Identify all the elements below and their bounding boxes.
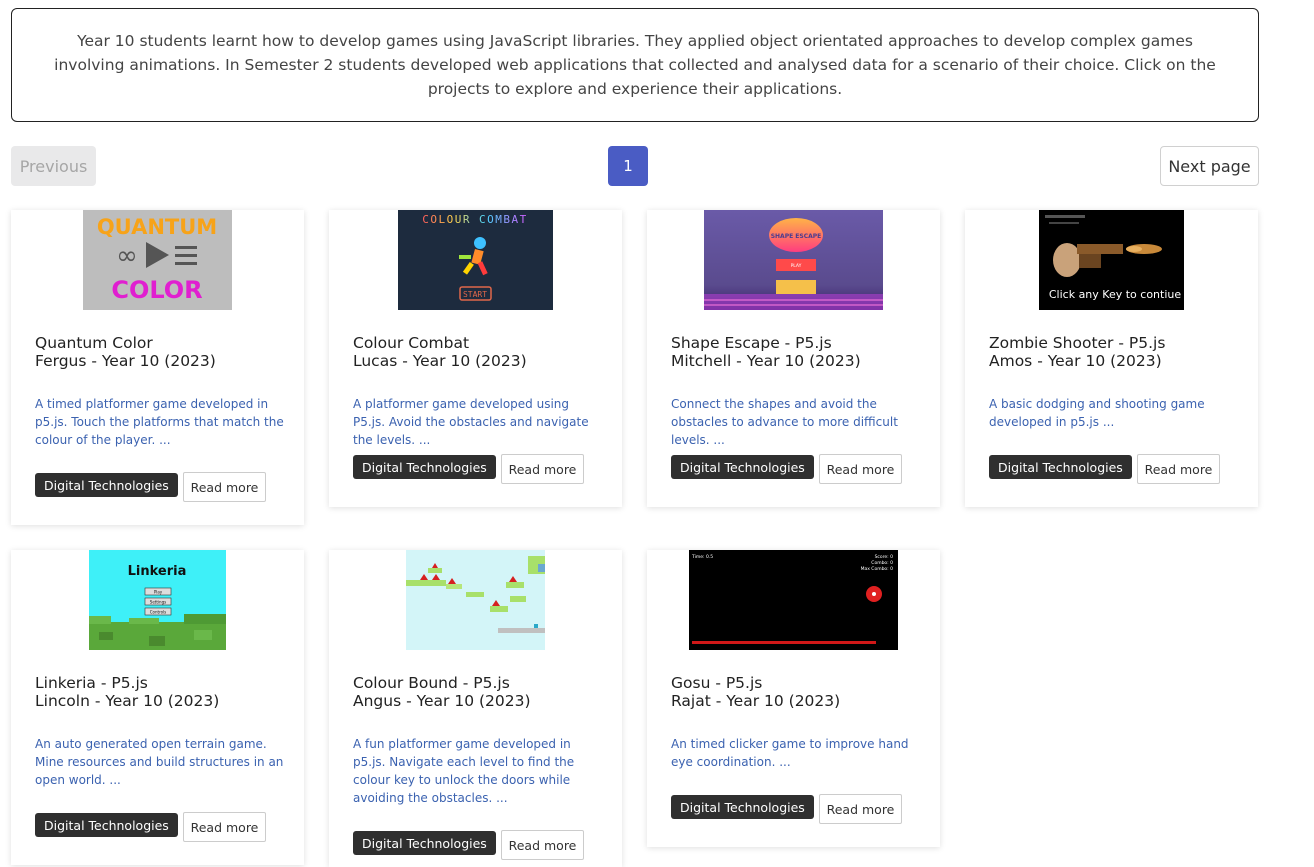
- svg-text:Combo: 0: Combo: 0: [871, 560, 893, 566]
- svg-text:Linkeria: Linkeria: [128, 564, 187, 579]
- category-badge: Digital Technologies: [671, 455, 814, 479]
- colour-combat-thumbnail[interactable]: COLOUR COMBAT START: [398, 210, 553, 310]
- card-title[interactable]: Quantum Color Fergus - Year 10 (2023): [35, 334, 295, 370]
- read-more-button[interactable]: Read more: [1137, 454, 1220, 484]
- svg-text:COLOR: COLOR: [111, 276, 202, 304]
- read-more-button[interactable]: Read more: [819, 794, 902, 824]
- card-title[interactable]: Gosu - P5.js Rajat - Year 10 (2023): [671, 674, 931, 710]
- card-title[interactable]: Colour Combat Lucas - Year 10 (2023): [353, 334, 613, 370]
- category-badge: Digital Technologies: [353, 831, 496, 855]
- card-title[interactable]: Linkeria - P5.js Lincoln - Year 10 (2023…: [35, 674, 295, 710]
- read-more-button[interactable]: Read more: [183, 812, 266, 842]
- quantum-color-thumbnail[interactable]: QUANTUM ∞ COLOR: [83, 210, 232, 310]
- category-badge: Digital Technologies: [35, 813, 178, 837]
- svg-text:QUANTUM: QUANTUM: [97, 215, 217, 239]
- intro-text: Year 10 students learnt how to develop g…: [54, 32, 1216, 98]
- read-more-button[interactable]: Read more: [501, 830, 584, 860]
- read-more-button[interactable]: Read more: [501, 454, 584, 484]
- svg-text:SHAPE ESCAPE: SHAPE ESCAPE: [771, 233, 822, 240]
- previous-button[interactable]: Previous: [11, 146, 96, 186]
- svg-text:Score: 0: Score: 0: [875, 554, 894, 560]
- shape-escape-thumbnail[interactable]: SHAPE ESCAPE PLAY: [704, 210, 883, 310]
- read-more-button[interactable]: Read more: [819, 454, 902, 484]
- card-description: Connect the shapes and avoid the obstacl…: [671, 397, 898, 447]
- card-description: A platformer game developed using P5.js.…: [353, 397, 589, 447]
- svg-text:Controls: Controls: [150, 610, 167, 615]
- svg-text:Play: Play: [154, 590, 163, 595]
- category-badge: Digital Technologies: [353, 455, 496, 479]
- svg-text:∞: ∞: [116, 241, 138, 271]
- project-card-quantum-color[interactable]: QUANTUM ∞ COLOR Quantum Color Fergus - Y…: [11, 210, 304, 525]
- svg-text:COLOUR COMBAT: COLOUR COMBAT: [422, 213, 528, 226]
- page-1-button[interactable]: 1: [608, 146, 648, 186]
- project-card-gosu[interactable]: Time: 0.5 Score: 0 Combo: 0 Max Combo: 0…: [647, 550, 940, 847]
- category-badge: Digital Technologies: [671, 795, 814, 819]
- card-title[interactable]: Shape Escape - P5.js Mitchell - Year 10 …: [671, 334, 931, 370]
- svg-text:Click any Key to contiue: Click any Key to contiue: [1049, 288, 1181, 301]
- card-description: A timed platformer game developed in p5.…: [35, 397, 284, 447]
- card-description: A basic dodging and shooting game develo…: [989, 397, 1205, 429]
- zombie-shooter-thumbnail[interactable]: Click any Key to contiue: [1039, 210, 1184, 310]
- project-card-shape-escape[interactable]: SHAPE ESCAPE PLAY Shape Escape - P5.js M…: [647, 210, 940, 507]
- category-badge: Digital Technologies: [35, 473, 178, 497]
- project-card-linkeria[interactable]: Linkeria Play Settings Controls Linkeria…: [11, 550, 304, 865]
- linkeria-thumbnail[interactable]: Linkeria Play Settings Controls: [89, 550, 226, 650]
- svg-text:Time: 0.5: Time: 0.5: [691, 554, 713, 560]
- colour-bound-thumbnail[interactable]: [406, 550, 545, 650]
- project-card-zombie-shooter[interactable]: Click any Key to contiue Zombie Shooter …: [965, 210, 1258, 507]
- card-title[interactable]: Zombie Shooter - P5.js Amos - Year 10 (2…: [989, 334, 1249, 370]
- gosu-thumbnail[interactable]: Time: 0.5 Score: 0 Combo: 0 Max Combo: 0: [689, 550, 898, 650]
- category-badge: Digital Technologies: [989, 455, 1132, 479]
- card-description: An auto generated open terrain game. Min…: [35, 737, 284, 787]
- card-description: A fun platformer game developed in p5.js…: [353, 737, 575, 805]
- next-page-button[interactable]: Next page: [1160, 146, 1259, 186]
- card-title[interactable]: Colour Bound - P5.js Angus - Year 10 (20…: [353, 674, 613, 710]
- svg-text:PLAY: PLAY: [791, 263, 802, 269]
- read-more-button[interactable]: Read more: [183, 472, 266, 502]
- intro-panel: Year 10 students learnt how to develop g…: [11, 8, 1259, 122]
- svg-text:Max Combo: 0: Max Combo: 0: [861, 566, 894, 572]
- project-card-colour-combat[interactable]: COLOUR COMBAT START Colour Combat Lucas …: [329, 210, 622, 507]
- card-description: An timed clicker game to improve hand ey…: [671, 737, 909, 769]
- svg-text:START: START: [463, 290, 487, 299]
- project-card-colour-bound[interactable]: Colour Bound - P5.js Angus - Year 10 (20…: [329, 550, 622, 867]
- svg-text:Settings: Settings: [150, 600, 166, 605]
